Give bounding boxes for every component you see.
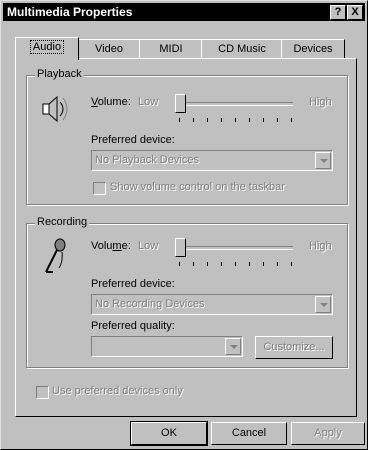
tab-devices[interactable]: Devices [281, 39, 345, 58]
playback-preferred-device-label: Preferred device: [91, 134, 175, 146]
help-button[interactable]: ? [330, 5, 346, 20]
speaker-icon [42, 95, 68, 123]
chevron-down-icon [320, 303, 328, 307]
use-preferred-only-checkbox[interactable] [36, 386, 49, 399]
playback-high-label: High [309, 96, 332, 108]
playback-device-value: No Playback Devices [95, 154, 199, 166]
ok-button[interactable]: OK [130, 421, 208, 446]
playback-volume-track [175, 102, 293, 106]
playback-group: Playback Volume: Low High Preferred devi… [26, 68, 348, 205]
recording-preferred-device-label: Preferred device: [91, 278, 175, 290]
show-volume-checkbox[interactable] [93, 182, 106, 195]
chevron-down-icon [230, 345, 238, 349]
microphone-icon [45, 238, 66, 273]
preferred-quality-dropdown-button[interactable] [225, 338, 241, 355]
recording-volume-track [175, 246, 293, 250]
chevron-down-icon [320, 159, 328, 163]
multimedia-properties-window: Multimedia Properties ? X Audio Video MI… [0, 0, 368, 450]
playback-group-label: Playback [35, 68, 84, 80]
recording-device-value: No Recording Devices [95, 298, 205, 310]
playback-device-select[interactable]: No Playback Devices [91, 150, 333, 171]
tab-midi[interactable]: MIDI [139, 39, 203, 58]
window-title: Multimedia Properties [7, 5, 133, 19]
recording-device-dropdown-button[interactable] [315, 296, 331, 313]
tab-audio[interactable]: Audio [15, 37, 79, 60]
tab-video[interactable]: Video [77, 39, 141, 58]
recording-group: Recording Volume: Low High Preferred dev… [26, 216, 348, 368]
playback-volume-thumb[interactable] [175, 94, 186, 113]
preferred-quality-select[interactable] [91, 336, 243, 357]
playback-device-dropdown-button[interactable] [315, 152, 331, 169]
tab-cd-music[interactable]: CD Music [201, 39, 283, 58]
recording-high-label: High [309, 240, 332, 252]
preferred-quality-label: Preferred quality: [91, 320, 175, 332]
use-preferred-only-label: Use preferred devices only [52, 385, 183, 397]
title-bar[interactable]: Multimedia Properties ? X [3, 3, 365, 21]
recording-low-label: Low [138, 240, 159, 252]
recording-group-label: Recording [35, 216, 90, 228]
cancel-button[interactable]: Cancel [211, 422, 287, 445]
close-button[interactable]: X [347, 5, 363, 20]
apply-button[interactable]: Apply [291, 422, 365, 445]
recording-volume-thumb[interactable] [175, 238, 186, 257]
recording-volume-label: Volume: [91, 240, 131, 252]
show-volume-label: Show volume control on the taskbar [110, 181, 285, 193]
playback-low-label: Low [138, 96, 159, 108]
customize-button[interactable]: Customize... [255, 336, 333, 359]
audio-panel: Playback Volume: Low High Preferred devi… [15, 58, 357, 417]
recording-device-select[interactable]: No Recording Devices [91, 294, 333, 315]
playback-volume-label: Volume: [91, 96, 131, 108]
